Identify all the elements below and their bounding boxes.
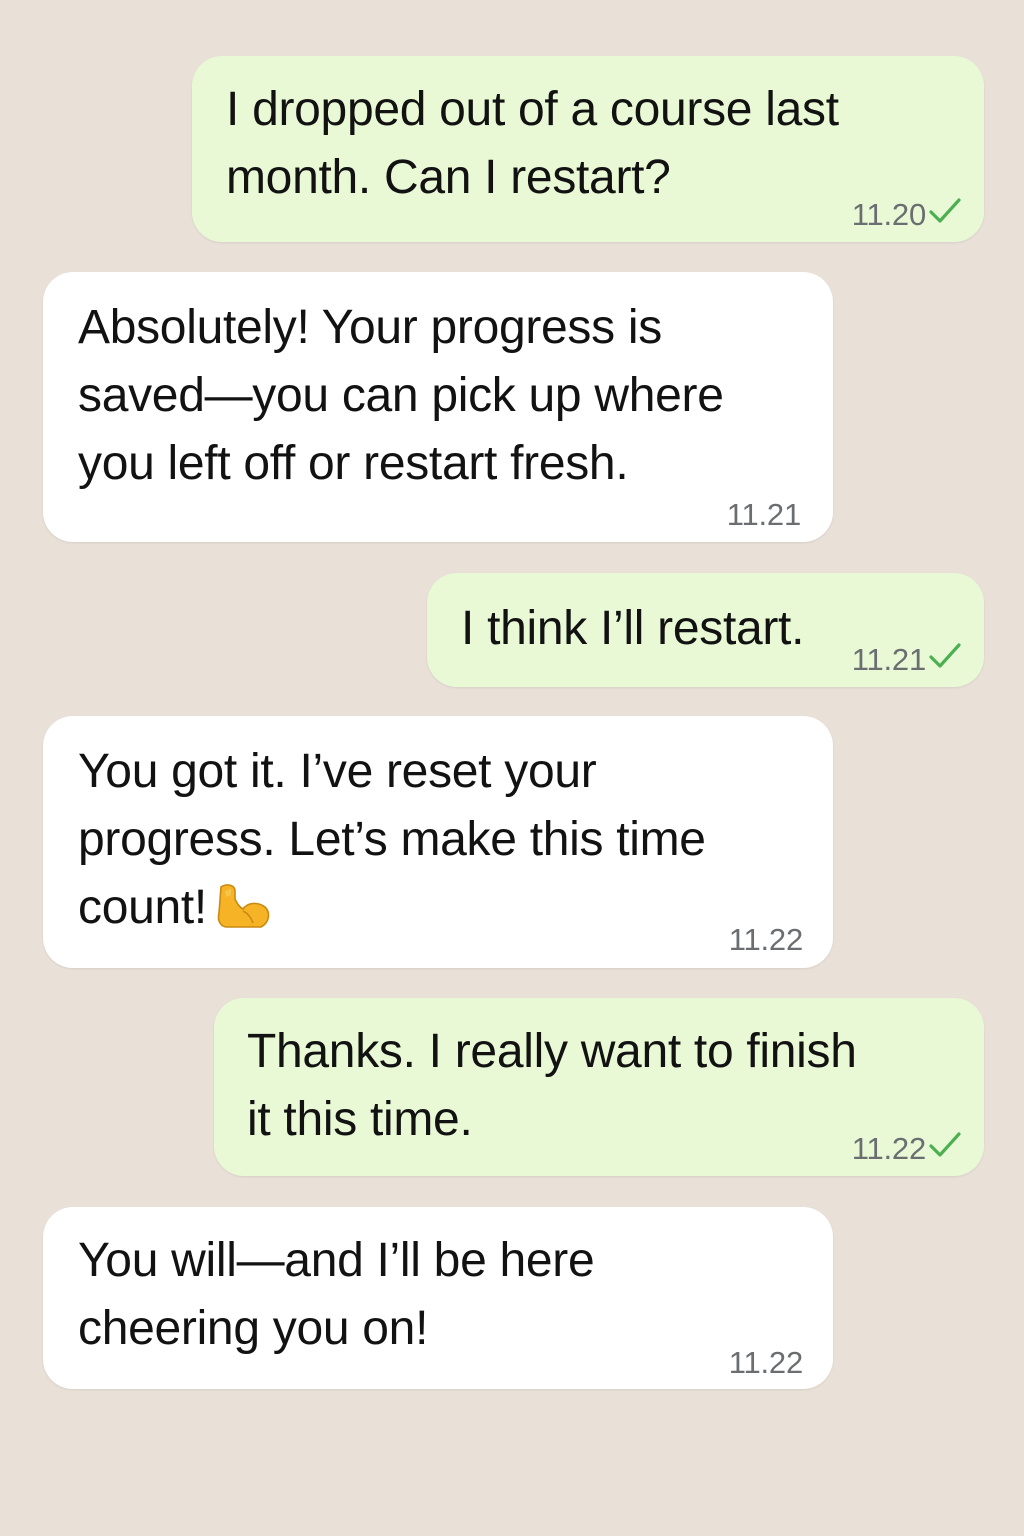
- message-meta: 11.22: [729, 922, 803, 958]
- sent-check-icon: [928, 1130, 962, 1168]
- incoming-message-bubble[interactable]: You got it. I’ve reset your progress. Le…: [43, 716, 833, 968]
- message-meta: 11.21: [727, 497, 801, 533]
- message-timestamp: 11.22: [851, 1131, 926, 1166]
- incoming-message-bubble[interactable]: Absolutely! Your progress is saved—you c…: [43, 272, 833, 542]
- message-text: You will—and I’ll be here cheering you o…: [78, 1234, 595, 1355]
- message-text: I dropped out of a course last month. Ca…: [226, 83, 839, 204]
- message-text: I think I’ll restart.: [461, 602, 805, 655]
- message-meta: 11.21: [852, 641, 962, 679]
- flexed-biceps-icon: [213, 881, 273, 950]
- message-meta: 11.22: [729, 1345, 803, 1381]
- message-timestamp: 11.21: [726, 497, 801, 532]
- message-timestamp: 11.21: [851, 642, 926, 677]
- message-text: Absolutely! Your progress is saved—you c…: [78, 301, 724, 490]
- message-meta: 11.20: [852, 196, 962, 234]
- message-text: You got it. I’ve reset your progress. Le…: [78, 738, 706, 950]
- message-body: You got it. I’ve reset your progress. Le…: [78, 745, 706, 934]
- sent-check-icon: [928, 641, 962, 679]
- message-timestamp: 11.20: [851, 197, 926, 232]
- sent-check-icon: [928, 196, 962, 234]
- outgoing-message-bubble[interactable]: I dropped out of a course last month. Ca…: [192, 56, 984, 242]
- message-text: Thanks. I really want to finish it this …: [247, 1025, 857, 1146]
- message-meta: 11.22: [852, 1130, 962, 1168]
- incoming-message-bubble[interactable]: You will—and I’ll be here cheering you o…: [43, 1207, 833, 1389]
- message-timestamp: 11.22: [728, 1345, 803, 1380]
- outgoing-message-bubble[interactable]: Thanks. I really want to finish it this …: [214, 998, 984, 1176]
- message-timestamp: 11.22: [728, 922, 803, 957]
- outgoing-message-bubble[interactable]: I think I’ll restart. 11.21: [427, 573, 984, 687]
